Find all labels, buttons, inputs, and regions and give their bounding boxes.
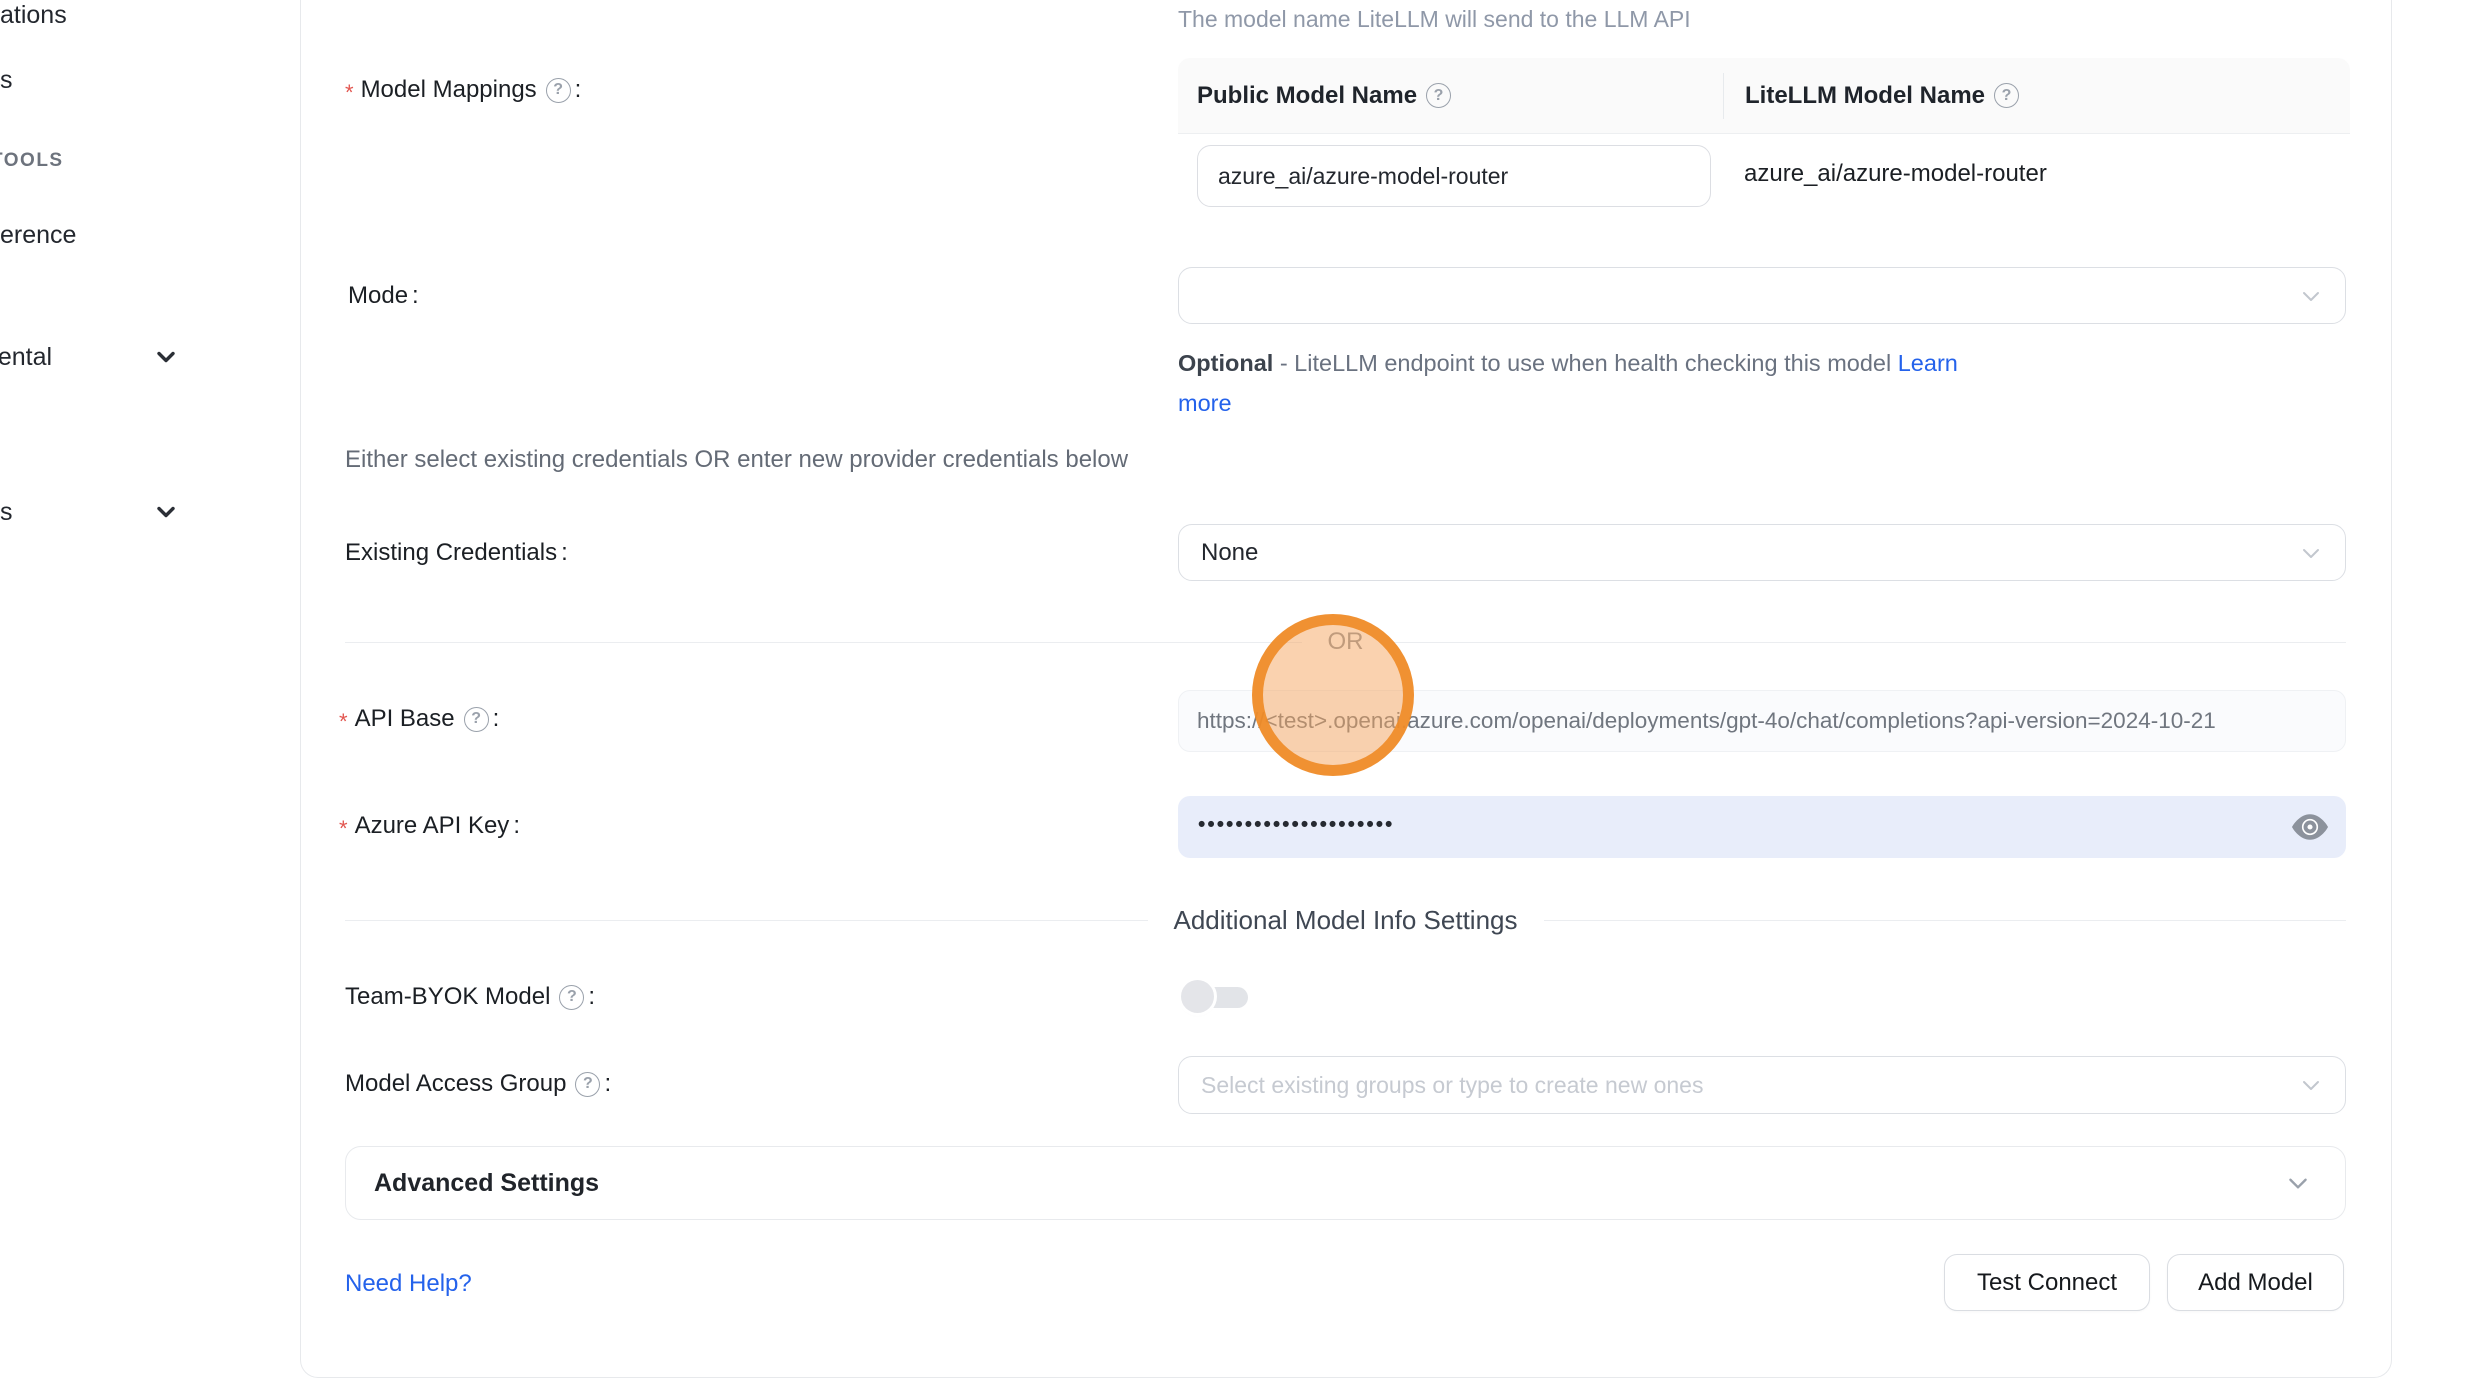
model-name-hint: The model name LiteLLM will send to the … — [1178, 6, 1691, 33]
required-asterisk: * — [339, 816, 348, 842]
sidebar-item-experimental[interactable]: mental — [0, 343, 52, 372]
model-access-group-select[interactable]: Select existing groups or type to create… — [1178, 1056, 2346, 1114]
required-asterisk: * — [339, 709, 348, 735]
chevron-down-icon — [2299, 1073, 2323, 1097]
chevron-down-icon — [2299, 284, 2323, 308]
advanced-settings-panel[interactable]: Advanced Settings — [345, 1146, 2346, 1220]
add-model-form-card: The model name LiteLLM will send to the … — [300, 0, 2392, 1378]
litellm-model-name-value: azure_ai/azure-model-router — [1744, 160, 2047, 188]
mode-select[interactable] — [1178, 267, 2346, 324]
label-colon — [584, 983, 595, 1011]
or-divider-text: OR — [1302, 628, 1390, 656]
test-connect-button[interactable]: Test Connect — [1944, 1254, 2150, 1311]
label-colon — [408, 282, 419, 310]
model-mappings-table: Public Model Name LiteLLM Model Name — [1178, 58, 2350, 134]
column-header-litellm-model-name: LiteLLM Model Name — [1723, 73, 2350, 119]
sidebar-item-reference[interactable]: erence — [0, 221, 76, 250]
team-byok-toggle[interactable] — [1181, 980, 1249, 1014]
api-base-input[interactable]: https://<test>.openai.azure.com/openai/d… — [1178, 690, 2346, 752]
required-asterisk: * — [345, 80, 354, 106]
advanced-settings-title: Advanced Settings — [346, 1169, 599, 1198]
chevron-down-icon — [2299, 541, 2323, 565]
model-access-group-label: Model Access Group — [345, 1070, 611, 1098]
public-model-name-input[interactable] — [1197, 145, 1711, 207]
sidebar-section-label: TOOLS — [0, 150, 64, 171]
chevron-down-icon[interactable] — [155, 346, 177, 368]
chevron-down-icon — [2285, 1170, 2311, 1196]
team-byok-label: Team-BYOK Model — [345, 983, 595, 1011]
sidebar-nav: ations s TOOLS erence mental s — [0, 0, 300, 1385]
sidebar-item-models[interactable]: s — [0, 66, 13, 95]
sidebar-item-integrations[interactable]: ations — [0, 1, 67, 30]
api-base-label: * API Base — [339, 705, 499, 733]
help-icon[interactable] — [464, 707, 489, 732]
label-colon — [509, 812, 520, 840]
sidebar-item-label: ations — [0, 1, 67, 29]
chevron-down-icon[interactable] — [155, 501, 177, 523]
existing-credentials-select[interactable]: None — [1178, 524, 2346, 581]
table-header-row: Public Model Name LiteLLM Model Name — [1178, 58, 2350, 134]
select-placeholder: Select existing groups or type to create… — [1179, 1072, 1703, 1099]
help-icon[interactable] — [546, 78, 571, 103]
sidebar-item-label: mental — [0, 343, 52, 371]
azure-api-key-label: * Azure API Key — [339, 812, 520, 840]
mode-label: Mode — [348, 282, 419, 310]
need-help-link[interactable]: Need Help? — [345, 1270, 472, 1298]
or-divider: OR — [345, 628, 2346, 656]
model-mappings-label: * Model Mappings — [345, 76, 581, 104]
label-colon — [600, 1070, 611, 1098]
azure-api-key-input[interactable]: ••••••••••••••••••••• — [1178, 796, 2346, 858]
help-icon[interactable] — [1426, 83, 1451, 108]
add-model-button[interactable]: Add Model — [2167, 1254, 2344, 1311]
add-model-page: ations s TOOLS erence mental s The model… — [0, 0, 2477, 1385]
help-icon[interactable] — [559, 985, 584, 1010]
eye-icon[interactable] — [2292, 814, 2328, 840]
existing-credentials-label: Existing Credentials — [345, 539, 568, 567]
help-icon[interactable] — [575, 1072, 600, 1097]
masked-key-value: ••••••••••••••••••••• — [1198, 813, 1394, 837]
sidebar-item-label: erence — [0, 221, 76, 249]
label-colon — [557, 539, 568, 567]
sidebar-item-label: s — [0, 66, 13, 94]
sidebar-section-tools: TOOLS — [0, 150, 64, 172]
credentials-note: Either select existing credentials OR en… — [345, 446, 1128, 474]
additional-settings-divider: Additional Model Info Settings — [345, 905, 2346, 935]
sidebar-item-label: s — [0, 498, 13, 526]
mode-help-text: Optional - LiteLLM endpoint to use when … — [1178, 343, 2008, 423]
help-icon[interactable] — [1994, 83, 2019, 108]
column-header-public-model-name: Public Model Name — [1178, 82, 1723, 110]
sidebar-item-settings[interactable]: s — [0, 498, 13, 527]
label-colon — [571, 76, 582, 104]
toggle-knob — [1181, 980, 1214, 1013]
additional-settings-divider-text: Additional Model Info Settings — [1148, 905, 1544, 936]
label-colon — [489, 705, 500, 733]
